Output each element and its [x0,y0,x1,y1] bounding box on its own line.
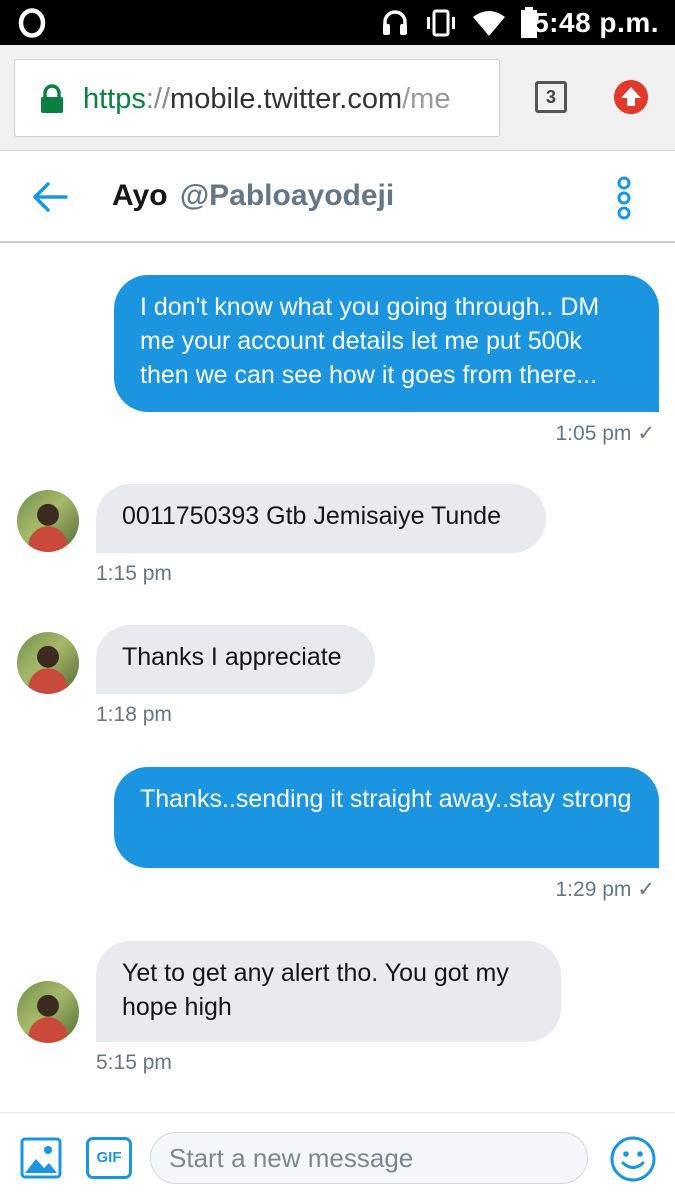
url-text[interactable]: https://mobile.twitter.com/me [83,60,451,136]
address-bar[interactable]: https://mobile.twitter.com/me [14,59,500,137]
back-arrow-icon[interactable] [30,179,70,215]
url-scheme: https [83,83,146,115]
message-bubble-sent[interactable]: I don't know what you going through.. DM… [114,275,659,412]
url-separator: :// [145,83,171,115]
avatar[interactable] [17,490,79,552]
conversation-title: Ayo @Pabloayodeji [112,151,394,241]
opera-icon [18,8,46,38]
message-text: Yet to get any alert tho. You got my hop… [122,959,509,1021]
message-time: 1:15 pm [96,562,172,585]
message-text: I don't know what you going through.. DM… [140,293,600,389]
headset-icon [383,10,407,35]
message-meta: 1:18 pm [96,703,172,727]
message-composer: GIF [0,1112,675,1200]
contact-handle: @Pabloayodeji [179,179,395,212]
message-meta: 1:29 pm ✓ [556,877,656,902]
message-meta: 1:05 pm ✓ [556,421,656,446]
message-bubble-received[interactable]: Thanks I appreciate [96,625,375,694]
message-meta: 5:15 pm [96,1051,172,1075]
message-time: 1:05 pm [555,422,632,445]
sent-check-icon: ✓ [637,422,655,445]
avatar[interactable] [17,981,79,1043]
status-icons [380,6,538,40]
sent-check-icon: ✓ [637,878,655,901]
message-bubble-received[interactable]: 0011750393 Gtb Jemisaiye Tunde [96,484,546,553]
browser-toolbar: https://mobile.twitter.com/me 3 [0,45,675,151]
message-text: Thanks I appreciate [122,643,342,671]
message-time: 1:29 pm [555,878,632,901]
lock-icon [41,84,63,113]
more-options-icon[interactable] [612,176,636,220]
gif-button[interactable]: GIF [86,1137,132,1179]
image-icon[interactable] [20,1137,62,1179]
emoji-icon[interactable] [609,1135,657,1183]
message-time: 5:15 pm [96,1051,172,1074]
message-input[interactable] [150,1132,588,1184]
message-text: 0011750393 Gtb Jemisaiye Tunde [122,502,501,530]
conversation-header: Ayo @Pabloayodeji [0,151,675,243]
message-bubble-received[interactable]: Yet to get any alert tho. You got my hop… [96,941,561,1042]
avatar[interactable] [17,632,79,694]
contact-name: Ayo [112,179,168,212]
message-bubble-sent[interactable]: Thanks..sending it straight away..stay s… [114,767,659,868]
url-path: /me [402,83,451,115]
status-bar: 5:48 p.m. [0,0,675,45]
message-list: I don't know what you going through.. DM… [0,244,675,1110]
wifi-icon [473,11,505,36]
url-host: mobile.twitter.com [170,83,403,115]
message-text: Thanks..sending it straight away..stay s… [140,785,632,813]
update-icon[interactable] [614,80,648,114]
message-time: 1:18 pm [96,703,172,726]
url-fade [459,60,499,136]
vibrate-icon [427,9,455,37]
status-time: 5:48 p.m. [533,7,659,38]
tab-switcher-button[interactable]: 3 [535,81,567,113]
message-meta: 1:15 pm [96,562,172,586]
